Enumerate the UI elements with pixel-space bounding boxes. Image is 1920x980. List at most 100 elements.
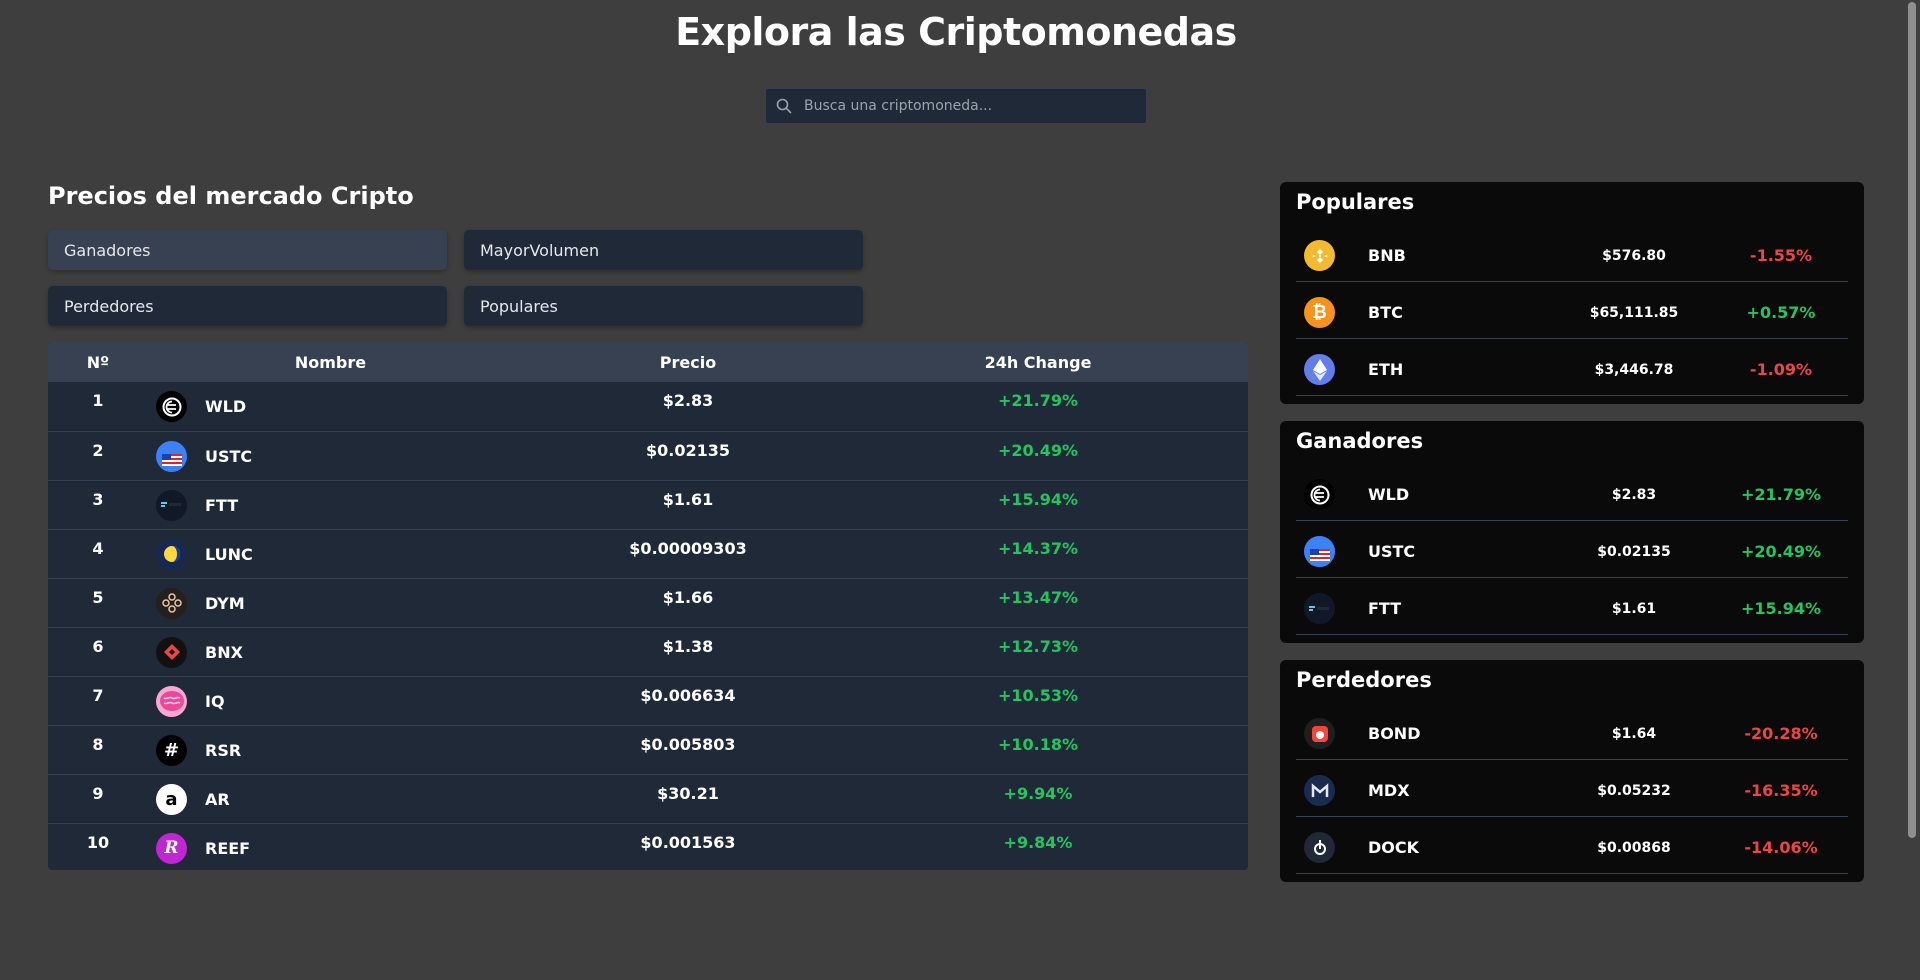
column-header-change[interactable]: 24h Change — [863, 353, 1213, 372]
coin-change: +10.18% — [997, 735, 1079, 754]
coin-change: +21.79% — [1740, 485, 1822, 504]
coin-price: $1.61 — [1611, 600, 1657, 617]
row-rank: 7 — [92, 686, 104, 705]
coin-symbol: DYM — [205, 593, 245, 613]
filter-button-perdedores[interactable]: Perdedores — [48, 286, 447, 326]
table-row[interactable]: 7 IQ $0.006634 +10.53% — [48, 676, 1248, 725]
table-row[interactable]: 8 # RSR $0.005803 +10.18% — [48, 725, 1248, 774]
table-row[interactable]: 10 R REEF $0.001563 +9.84% — [48, 823, 1248, 870]
dock-icon — [1304, 832, 1335, 863]
coin-price: $0.02135 — [645, 441, 730, 460]
iq-brain-icon — [156, 685, 187, 717]
table-row[interactable]: 2 USTC $0.02135 +20.49% — [48, 431, 1248, 480]
row-coin: R REEF — [148, 832, 513, 864]
row-coin: a AR — [148, 783, 513, 815]
coin-price: $0.00868 — [1597, 839, 1671, 856]
table-row[interactable]: 4 LUNC $0.00009303 +14.37% — [48, 529, 1248, 578]
row-rank: 9 — [92, 784, 104, 803]
coin-symbol: DOCK — [1368, 838, 1420, 857]
panel-row[interactable]: ₿ BTC $65,111.85 +0.57% — [1296, 287, 1848, 339]
row-coin: IQ — [148, 685, 513, 717]
coin-symbol: BTC — [1368, 303, 1403, 322]
coin-price: $0.05232 — [1597, 782, 1671, 799]
coin-symbol: BNX — [205, 642, 243, 662]
ustc-flag-icon — [156, 440, 187, 472]
panel-row[interactable]: USTC $0.02135 +20.49% — [1296, 526, 1848, 578]
coin-symbol: BNB — [1368, 246, 1406, 265]
coin-price: $0.005803 — [640, 735, 736, 754]
coin-price: $0.02135 — [1597, 543, 1671, 560]
coin-change: +15.94% — [997, 490, 1079, 509]
panel-row[interactable]: DOCK $0.00868 -14.06% — [1296, 822, 1848, 874]
coin-symbol: REEF — [205, 838, 251, 858]
coin-symbol: MDX — [1368, 781, 1410, 800]
row-coin: FTT — [148, 489, 513, 521]
coin-change: +9.94% — [1003, 784, 1073, 803]
coin-symbol: WLD — [1368, 485, 1410, 504]
panel-title: Perdedores — [1296, 668, 1432, 692]
coin-symbol: BOND — [1368, 724, 1421, 743]
coin-price: $1.61 — [662, 490, 714, 509]
coin-price: $2.83 — [662, 391, 714, 410]
row-coin: DYM — [148, 587, 513, 619]
scrollbar-thumb[interactable] — [1908, 2, 1916, 838]
coin-symbol: ETH — [1368, 360, 1404, 379]
coin-price: $1.66 — [662, 588, 714, 607]
search-box[interactable] — [765, 88, 1147, 124]
filter-button-ganadores[interactable]: Ganadores — [48, 230, 447, 270]
search-input[interactable] — [804, 98, 1124, 114]
panel-row[interactable]: WLD $2.83 +21.79% — [1296, 469, 1848, 521]
coin-price: $1.38 — [662, 637, 714, 656]
binaryx-icon — [156, 636, 187, 668]
table-header: Nº Nombre Precio 24h Change — [48, 342, 1248, 382]
table-row[interactable]: 6 BNX $1.38 +12.73% — [48, 627, 1248, 676]
panel-row[interactable]: ETH $3,446.78 -1.09% — [1296, 344, 1848, 396]
barnbridge-icon — [1304, 718, 1335, 749]
market-section-title: Precios del mercado Cripto — [48, 182, 414, 210]
coin-price: $1.64 — [1611, 725, 1657, 742]
ftx-token-icon — [156, 489, 187, 521]
row-rank: 6 — [92, 637, 104, 656]
panel-row[interactable]: BOND $1.64 -20.28% — [1296, 708, 1848, 760]
ustc-flag-icon — [1304, 536, 1335, 567]
coin-change: +20.49% — [997, 441, 1079, 460]
panel-row[interactable]: BNB $576.80 -1.55% — [1296, 230, 1848, 282]
coin-symbol: WLD — [205, 397, 247, 416]
table-row[interactable]: 1 WLD $2.83 +21.79% — [48, 382, 1248, 431]
table-row[interactable]: 9 a AR $30.21 +9.94% — [48, 774, 1248, 823]
coin-price: $0.001563 — [640, 833, 736, 852]
table-row[interactable]: 5 DYM $1.66 +13.47% — [48, 578, 1248, 627]
row-coin: LUNC — [148, 538, 513, 570]
filter-button-populares[interactable]: Populares — [464, 286, 863, 326]
table-body: 1 WLD $2.83 +21.79% 2 USTC $0.02135 +20.49% 3 FTT… — [48, 382, 1248, 870]
coin-change: +21.79% — [997, 391, 1079, 410]
column-header-price[interactable]: Precio — [513, 353, 863, 372]
row-rank: 10 — [86, 833, 110, 852]
page-scrollbar[interactable] — [1904, 0, 1920, 980]
row-coin: WLD — [148, 391, 513, 422]
coin-price: $3,446.78 — [1594, 361, 1674, 378]
coin-price: $0.00009303 — [629, 539, 747, 558]
coin-change: +13.47% — [997, 588, 1079, 607]
page-title: Explora las Criptomonedas — [675, 10, 1237, 54]
row-rank: 3 — [92, 490, 104, 509]
coin-symbol: RSR — [205, 740, 242, 760]
coin-symbol: FTT — [205, 495, 239, 515]
panel-title: Populares — [1296, 190, 1415, 214]
coin-price: $30.21 — [657, 784, 719, 803]
coin-change: +14.37% — [997, 539, 1079, 558]
reef-icon: R — [156, 832, 187, 864]
row-coin: # RSR — [148, 734, 513, 766]
worldcoin-icon — [156, 391, 187, 422]
mdex-icon — [1304, 775, 1335, 806]
panel-row[interactable]: FTT $1.61 +15.94% — [1296, 583, 1848, 635]
filter-button-mayorvolumen[interactable]: MayorVolumen — [464, 230, 863, 270]
column-header-name[interactable]: Nombre — [148, 353, 513, 372]
column-header-number[interactable]: Nº — [48, 353, 148, 372]
ethereum-icon — [1304, 354, 1335, 385]
table-row[interactable]: 3 FTT $1.61 +15.94% — [48, 480, 1248, 529]
coin-change: -20.28% — [1744, 724, 1818, 743]
row-coin: BNX — [148, 636, 513, 668]
panel-row[interactable]: MDX $0.05232 -16.35% — [1296, 765, 1848, 817]
coin-symbol: LUNC — [205, 544, 253, 564]
